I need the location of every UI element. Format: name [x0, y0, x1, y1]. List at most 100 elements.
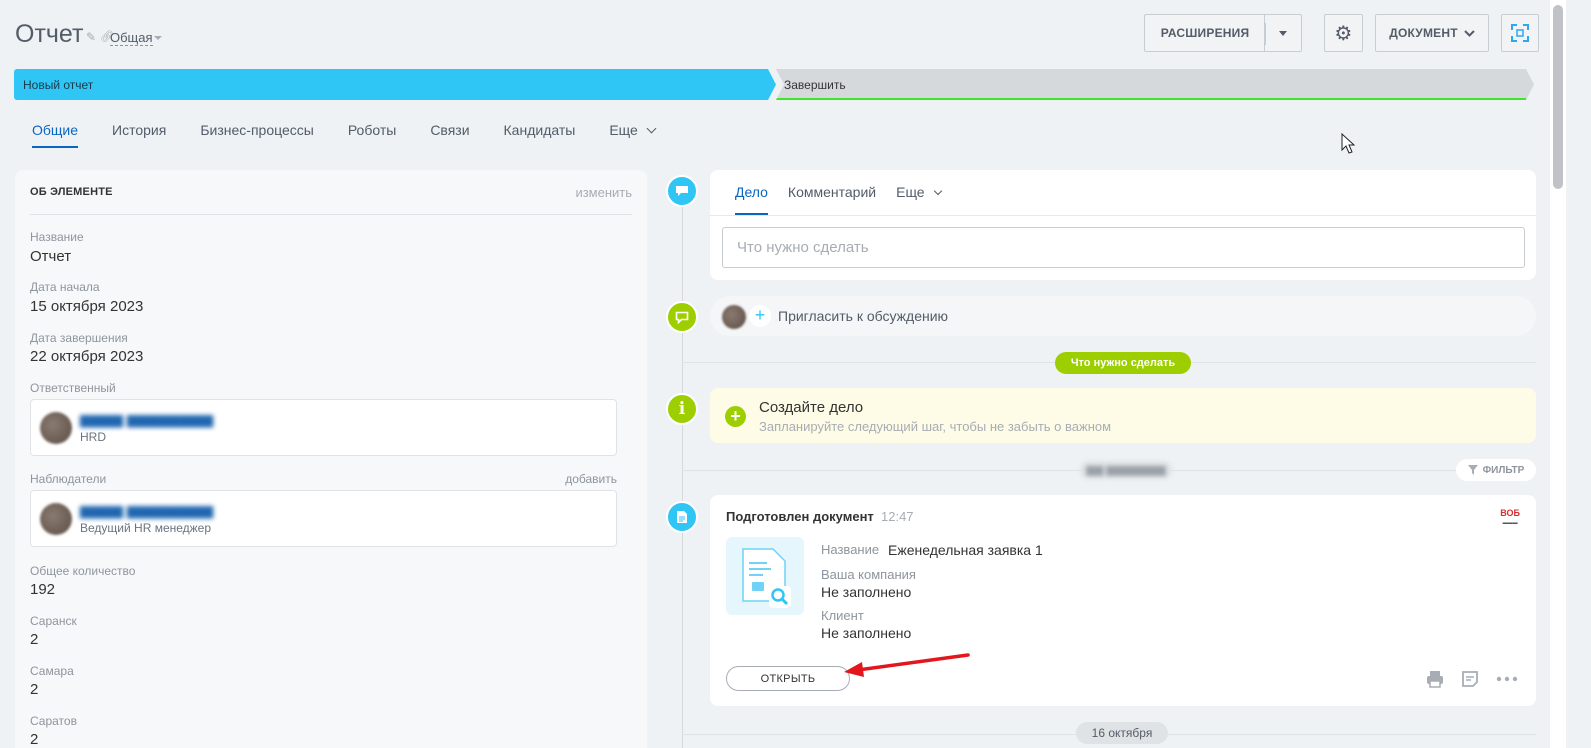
category-caret-icon[interactable] — [154, 36, 162, 40]
observers-add-link[interactable]: добавить — [565, 472, 617, 486]
info-icon: i — [666, 393, 698, 425]
stage-finish-label: Завершить — [784, 78, 846, 92]
tab-composer-more[interactable]: Еще — [896, 184, 942, 212]
document-preview-icon — [742, 548, 791, 608]
date-badge-blurred: ▆▆ ▆▆▆▆▆▆▆ — [1080, 461, 1172, 479]
saratov-label: Саратов — [30, 714, 77, 728]
create-task-subtitle: Запланируйте следующий шаг, чтобы не заб… — [759, 419, 1112, 434]
fullscreen-button[interactable] — [1501, 14, 1539, 52]
user-role: Ведущий HR менеджер — [80, 521, 212, 535]
tab-more-label: Еще — [609, 122, 638, 138]
create-task-title: Создайте дело — [759, 399, 864, 416]
saratov-value: 2 — [30, 731, 39, 748]
annotation-arrow-icon — [844, 653, 970, 677]
about-title: ОБ ЭЛЕМЕНТЕ — [30, 186, 113, 198]
entity-tabs: Общие История Бизнес-процессы Роботы Свя… — [15, 118, 672, 148]
tab-general[interactable]: Общие — [32, 118, 79, 148]
create-task-card[interactable]: + Создайте дело Запланируйте следующий ш… — [710, 388, 1536, 443]
document-button-label: ДОКУМЕНТ — [1389, 26, 1458, 40]
filter-icon — [1467, 465, 1478, 475]
about-edit-link[interactable]: изменить — [575, 185, 632, 200]
date-badge: 16 октября — [1076, 722, 1168, 744]
todo-section-badge: Что нужно сделать — [1055, 352, 1191, 374]
total-label: Общее количество — [30, 564, 136, 578]
responsible-label: Ответственный — [30, 381, 116, 395]
page-header: Отчет ✎ 🔗︎ Общая РАСШИРЕНИЯ ⚙ ДОКУМЕНТ — [0, 0, 1591, 66]
avatar — [40, 412, 72, 444]
samara-label: Самара — [30, 664, 74, 678]
tab-task[interactable]: Дело — [735, 184, 768, 215]
filter-button[interactable]: ФИЛЬТР — [1456, 459, 1536, 481]
start-date-value: 15 октября 2023 — [30, 298, 144, 315]
tab-more[interactable]: Еще — [609, 118, 657, 148]
category-selector[interactable]: Общая — [110, 31, 153, 46]
user-name-blurred[interactable]: ▆▆▆▆ ▆▆▆▆▆▆▆▆ — [80, 502, 213, 519]
observer-user[interactable]: ▆▆▆▆ ▆▆▆▆▆▆▆▆ Ведущий HR менеджер — [30, 490, 617, 547]
company-value: Не заполнено — [821, 584, 912, 600]
tab-links[interactable]: Связи — [430, 118, 469, 148]
edit-title-icon[interactable]: ✎ — [86, 30, 96, 44]
plus-icon[interactable]: + — [725, 406, 746, 427]
caret-down-icon — [1279, 30, 1287, 36]
doc-name-value: Еженедельная заявка 1 — [888, 542, 1043, 558]
chevron-down-icon — [933, 186, 942, 196]
tab-composer-more-label: Еще — [896, 184, 925, 200]
extensions-button[interactable]: РАСШИРЕНИЯ — [1144, 14, 1265, 52]
document-event-time: 12:47 — [881, 509, 914, 524]
divider — [710, 215, 1536, 216]
page-title: Отчет — [15, 20, 84, 48]
document-thumbnail[interactable] — [726, 537, 804, 615]
timeline-line — [682, 190, 683, 748]
tab-candidates[interactable]: Кандидаты — [504, 118, 576, 148]
comment-icon — [666, 301, 698, 333]
doc-name-label: Название — [821, 542, 880, 557]
document-button[interactable]: ДОКУМЕНТ — [1375, 14, 1489, 52]
tab-robots[interactable]: Роботы — [348, 118, 396, 148]
end-date-value: 22 октября 2023 — [30, 348, 144, 365]
todo-input[interactable]: Что нужно сделать — [722, 227, 1525, 268]
plus-icon[interactable]: + — [749, 305, 771, 327]
document-card: Подготовлен документ 12:47 ВОБ ▬▬▬ Назван… — [710, 495, 1536, 706]
end-date-label: Дата завершения — [30, 331, 128, 345]
mouse-cursor-icon — [1341, 133, 1355, 154]
saransk-value: 2 — [30, 631, 39, 648]
user-name-blurred[interactable]: ▆▆▆▆ ▆▆▆▆▆▆▆▆ — [80, 411, 213, 428]
stage-finish[interactable]: Завершить — [776, 69, 1534, 100]
document-icon — [666, 501, 698, 533]
tab-comment[interactable]: Комментарий — [788, 184, 876, 212]
gear-icon: ⚙ — [1334, 22, 1353, 45]
name-value: Отчет — [30, 248, 72, 265]
composer-tabs: Дело Комментарий Еще — [735, 184, 942, 215]
divider — [30, 214, 632, 215]
extensions-dropdown-button[interactable] — [1264, 14, 1302, 52]
saransk-label: Саранск — [30, 614, 77, 628]
scrollbar-thumb[interactable] — [1553, 5, 1563, 189]
document-event-title: Подготовлен документ — [726, 509, 874, 524]
chat-icon — [666, 175, 698, 207]
invite-to-discussion[interactable]: + Пригласить к обсуждению — [710, 296, 1536, 336]
printer-icon[interactable] — [1425, 669, 1445, 689]
tab-business-processes[interactable]: Бизнес-процессы — [200, 118, 313, 148]
samara-value: 2 — [30, 681, 39, 698]
company-label: Ваша компания — [821, 567, 916, 582]
expand-icon — [1511, 24, 1529, 42]
responsible-user[interactable]: ▆▆▆▆ ▆▆▆▆▆▆▆▆ HRD — [30, 399, 617, 456]
client-value: Не заполнено — [821, 625, 912, 641]
settings-button[interactable]: ⚙ — [1324, 14, 1363, 52]
tab-history[interactable]: История — [112, 118, 166, 148]
chevron-down-icon — [646, 123, 657, 134]
stage-current[interactable]: Новый отчет — [14, 69, 776, 100]
more-icon[interactable] — [1496, 669, 1518, 689]
observers-label: Наблюдатели — [30, 472, 107, 486]
note-icon[interactable] — [1460, 669, 1480, 689]
avatar — [722, 305, 746, 329]
invite-label: Пригласить к обсуждению — [778, 308, 949, 324]
stage-current-label: Новый отчет — [23, 78, 94, 92]
activity-composer: Дело Комментарий Еще Что нужно сделать — [710, 170, 1536, 280]
client-label: Клиент — [821, 608, 864, 623]
open-document-button[interactable]: ОТКРЫТЬ — [726, 666, 850, 691]
avatar — [40, 503, 72, 535]
total-value: 192 — [30, 581, 56, 598]
about-panel: ОБ ЭЛЕМЕНТЕ изменить Название Отчет Дата… — [15, 170, 647, 748]
user-role: HRD — [80, 430, 106, 444]
